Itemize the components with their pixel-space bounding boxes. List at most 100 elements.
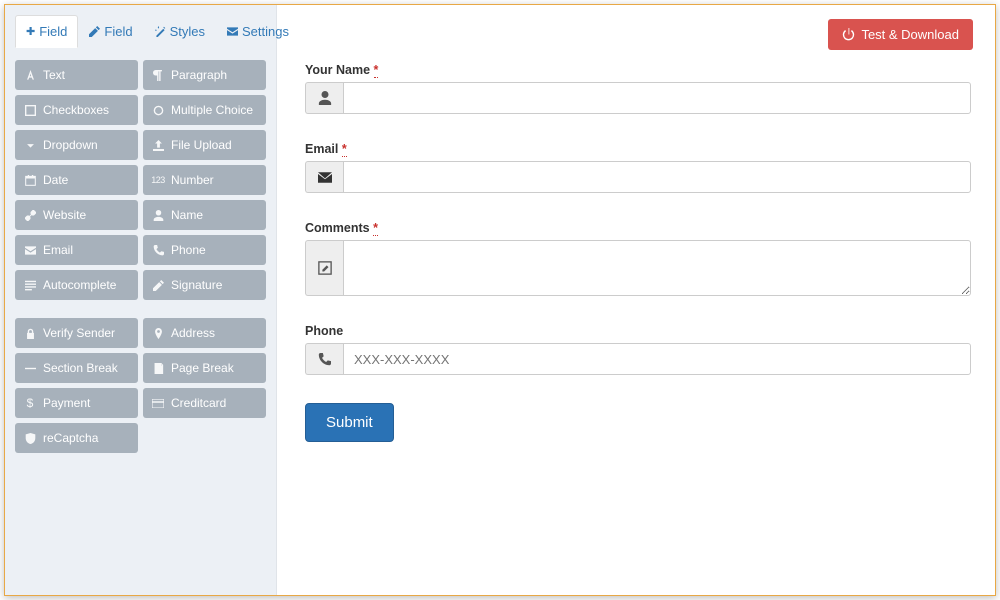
field-btn-address[interactable]: Address: [143, 318, 266, 348]
field-btn-section-break[interactable]: Section Break: [15, 353, 138, 383]
field-palette-2: Verify Sender Address Section Break Page Br…: [15, 318, 266, 453]
field-btn-number[interactable]: 123Number: [143, 165, 266, 195]
tab-styles[interactable]: Styles: [144, 15, 216, 48]
field-button-label: Website: [43, 208, 86, 222]
shield-icon: [24, 433, 36, 444]
input-group: [305, 82, 971, 114]
circle-icon: [152, 105, 164, 116]
field-button-label: Text: [43, 68, 65, 82]
num-icon: 123: [152, 175, 164, 185]
form-field-your-name: Your Name *: [305, 63, 971, 114]
minus-icon: [24, 363, 36, 374]
field-btn-recaptcha[interactable]: reCaptcha: [15, 423, 138, 453]
your-name-input[interactable]: [343, 82, 971, 114]
phone-input[interactable]: [343, 343, 971, 375]
required-mark: *: [342, 142, 347, 157]
field-btn-multiple-choice[interactable]: Multiple Choice: [143, 95, 266, 125]
submit-button[interactable]: Submit: [305, 403, 394, 442]
sig-icon: [152, 280, 164, 291]
cal-icon: [24, 175, 36, 186]
field-label: Comments *: [305, 221, 971, 235]
tab-label: Field: [39, 24, 67, 39]
pin-icon: [152, 328, 164, 339]
dollar-icon: $: [24, 396, 36, 410]
phone-icon: [305, 343, 343, 375]
field-button-label: Payment: [43, 396, 90, 410]
edit-icon: [305, 240, 343, 296]
user-icon: [305, 82, 343, 114]
link-icon: [24, 210, 36, 221]
email-input[interactable]: [343, 161, 971, 193]
user-icon: [152, 210, 164, 221]
field-button-label: Name: [171, 208, 203, 222]
field-label: Your Name *: [305, 63, 971, 77]
sidebar: ✚ Field Field Styles: [5, 5, 277, 595]
caret-icon: [24, 140, 36, 151]
field-btn-verify-sender[interactable]: Verify Sender: [15, 318, 138, 348]
field-label: Phone: [305, 324, 971, 338]
field-btn-payment[interactable]: $ Payment: [15, 388, 138, 418]
field-btn-creditcard[interactable]: Creditcard: [143, 388, 266, 418]
sidebar-tabs: ✚ Field Field Styles: [15, 15, 266, 48]
field-palette-1: Text Paragraph Checkboxes Multiple Choice Dr…: [15, 60, 266, 300]
field-button-label: Signature: [171, 278, 222, 292]
phone-icon: [152, 245, 164, 256]
wand-icon: [155, 26, 166, 37]
field-btn-file-upload[interactable]: File Upload: [143, 130, 266, 160]
input-group: [305, 161, 971, 193]
field-button-label: reCaptcha: [43, 431, 98, 445]
field-btn-dropdown[interactable]: Dropdown: [15, 130, 138, 160]
input-group: [305, 240, 971, 296]
tab-label: Styles: [170, 24, 205, 39]
page-icon: [152, 363, 164, 374]
field-btn-page-break[interactable]: Page Break: [143, 353, 266, 383]
edit-icon: [89, 26, 100, 37]
para-icon: [152, 70, 164, 81]
input-group: [305, 343, 971, 375]
mail-icon: [305, 161, 343, 193]
field-button-label: Page Break: [171, 361, 234, 375]
field-btn-signature[interactable]: Signature: [143, 270, 266, 300]
field-button-label: Multiple Choice: [171, 103, 253, 117]
field-btn-name[interactable]: Name: [143, 200, 266, 230]
field-label: Email *: [305, 142, 971, 156]
comments-input[interactable]: [343, 240, 971, 296]
form-field-comments: Comments *: [305, 221, 971, 296]
upload-icon: [152, 140, 164, 151]
form-preview: Your Name * Email * Comments * Phone Submit: [305, 19, 971, 442]
field-btn-phone[interactable]: Phone: [143, 235, 266, 265]
envelope-icon: [24, 246, 36, 255]
field-button-label: Date: [43, 173, 68, 187]
field-button-label: Autocomplete: [43, 278, 116, 292]
form-canvas: Test & Download Your Name * Email * Commen…: [277, 5, 995, 595]
field-btn-website[interactable]: Website: [15, 200, 138, 230]
field-btn-autocomplete[interactable]: Autocomplete: [15, 270, 138, 300]
field-button-label: File Upload: [171, 138, 232, 152]
test-download-button[interactable]: Test & Download: [828, 19, 973, 50]
tab-edit-field[interactable]: Field: [78, 15, 143, 48]
field-button-label: Dropdown: [43, 138, 98, 152]
form-field-phone: Phone: [305, 324, 971, 375]
field-btn-email[interactable]: Email: [15, 235, 138, 265]
required-mark: *: [373, 221, 378, 236]
tab-add-field[interactable]: ✚ Field: [15, 15, 78, 48]
field-button-label: Section Break: [43, 361, 118, 375]
field-button-label: Address: [171, 326, 215, 340]
card-icon: [152, 399, 164, 408]
font-icon: [24, 70, 36, 81]
field-button-label: Email: [43, 243, 73, 257]
field-btn-date[interactable]: Date: [15, 165, 138, 195]
form-field-email: Email *: [305, 142, 971, 193]
power-icon: [842, 28, 855, 41]
envelope-icon: [227, 27, 238, 36]
field-button-label: Verify Sender: [43, 326, 115, 340]
field-button-label: Creditcard: [171, 396, 226, 410]
field-btn-paragraph[interactable]: Paragraph: [143, 60, 266, 90]
field-btn-text[interactable]: Text: [15, 60, 138, 90]
field-btn-checkboxes[interactable]: Checkboxes: [15, 95, 138, 125]
field-button-label: Phone: [171, 243, 206, 257]
field-button-label: Paragraph: [171, 68, 227, 82]
tab-label: Field: [104, 24, 132, 39]
lock-icon: [24, 328, 36, 339]
square-icon: [24, 105, 36, 116]
